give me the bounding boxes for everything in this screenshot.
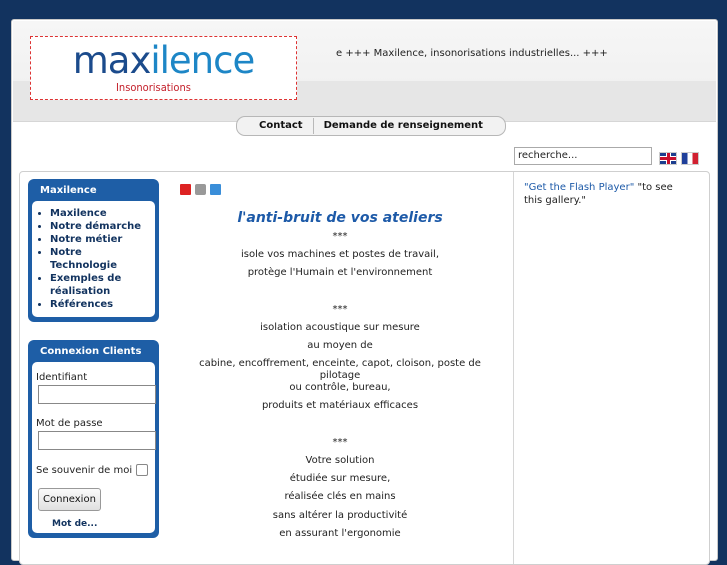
flag-uk-icon[interactable] [659,152,677,165]
menu-title: Maxilence [40,185,97,196]
email-icon[interactable] [210,184,221,195]
news-ticker: e +++ Maxilence, insonorisations industr… [336,48,608,59]
article-text: *** isole vos machines et postes de trav… [180,228,500,543]
password-label: Mot de passe [36,418,103,429]
menu-item-demarche[interactable]: Notre démarche [50,220,151,233]
text-line: isole vos machines et postes de travail, [240,249,439,261]
menu-item-references[interactable]: Références [50,298,151,311]
text-line [180,283,500,301]
logo[interactable]: maxilence Insonorisations [30,36,297,100]
login-module: Connexion Clients Identifiant Mot de pas… [28,340,159,538]
text-line: réalisée clés en mains [284,491,396,503]
text-line: *** [332,303,348,315]
pdf-icon[interactable] [180,184,191,195]
column-divider [513,172,514,564]
print-icon[interactable] [195,184,206,195]
nav-demande[interactable]: Demande de renseignement [314,118,493,134]
remember-checkbox[interactable] [136,464,149,476]
menu-item-metier[interactable]: Notre métier [50,233,151,246]
text-line: protège l'Humain et l'environnement [247,267,433,279]
flash-notice: "Get the Flash Player" "to see this gall… [524,181,684,207]
logo-subtitle: Insonorisations [116,81,191,94]
menu-item-maxilence[interactable]: Maxilence [50,207,151,220]
page-title: l'anti-bruit de vos ateliers [237,210,443,226]
text-line: ou contrôle, bureau, [289,382,391,394]
text-line: au moyen de [307,340,373,352]
logo-main-dark: max [72,39,152,82]
text-line: cabine, encoffrement, enceinte, capot, c… [199,358,481,382]
text-line: *** [332,231,348,242]
menu-module: Maxilence Maxilence Notre démarche Notre… [28,179,159,322]
menu-item-exemples[interactable]: Exemples de réalisation [50,272,151,298]
nav-contact[interactable]: Contact [249,118,313,134]
login-button[interactable]: Connexion [38,488,101,511]
lost-password-link[interactable]: Mot de... [52,519,151,529]
content-area: Maxilence Maxilence Notre démarche Notre… [19,171,710,565]
main-content: l'anti-bruit de vos ateliers *** isole v… [180,184,500,543]
text-line: isolation acoustique sur mesure [260,322,420,334]
logo-main-light: ilence [150,39,255,82]
main-menu: Maxilence Notre démarche Notre métier No… [32,201,155,317]
text-line: étudiée sur mesure, [289,473,391,485]
menu-item-technologie[interactable]: Notre Technologie [50,246,151,272]
header: maxilence Insonorisations e +++ Maxilenc… [13,21,716,122]
identifiant-label: Identifiant [36,372,88,383]
text-line: *** [332,436,348,448]
text-line: produits et matériaux efficaces [261,400,419,412]
identifiant-field[interactable] [38,385,156,404]
text-line [180,416,500,434]
text-line: en assurant l'ergonomie [279,527,401,539]
sidebar: Maxilence Maxilence Notre démarche Notre… [28,179,159,556]
text-line: sans altérer la productivité [272,509,408,521]
login-title: Connexion Clients [40,346,142,357]
page-frame: maxilence Insonorisations e +++ Maxilenc… [11,19,718,565]
search-input[interactable] [514,147,652,165]
document-tools [180,184,221,195]
remember-row: Se souvenir de moi [36,464,151,476]
flag-fr-icon[interactable] [681,152,699,165]
text-line: Votre solution [305,455,375,467]
top-nav: Contact Demande de renseignement [236,116,506,136]
flash-player-link[interactable]: "Get the Flash Player" [524,182,634,193]
password-field[interactable] [38,431,156,450]
remember-label: Se souvenir de moi [36,464,133,476]
